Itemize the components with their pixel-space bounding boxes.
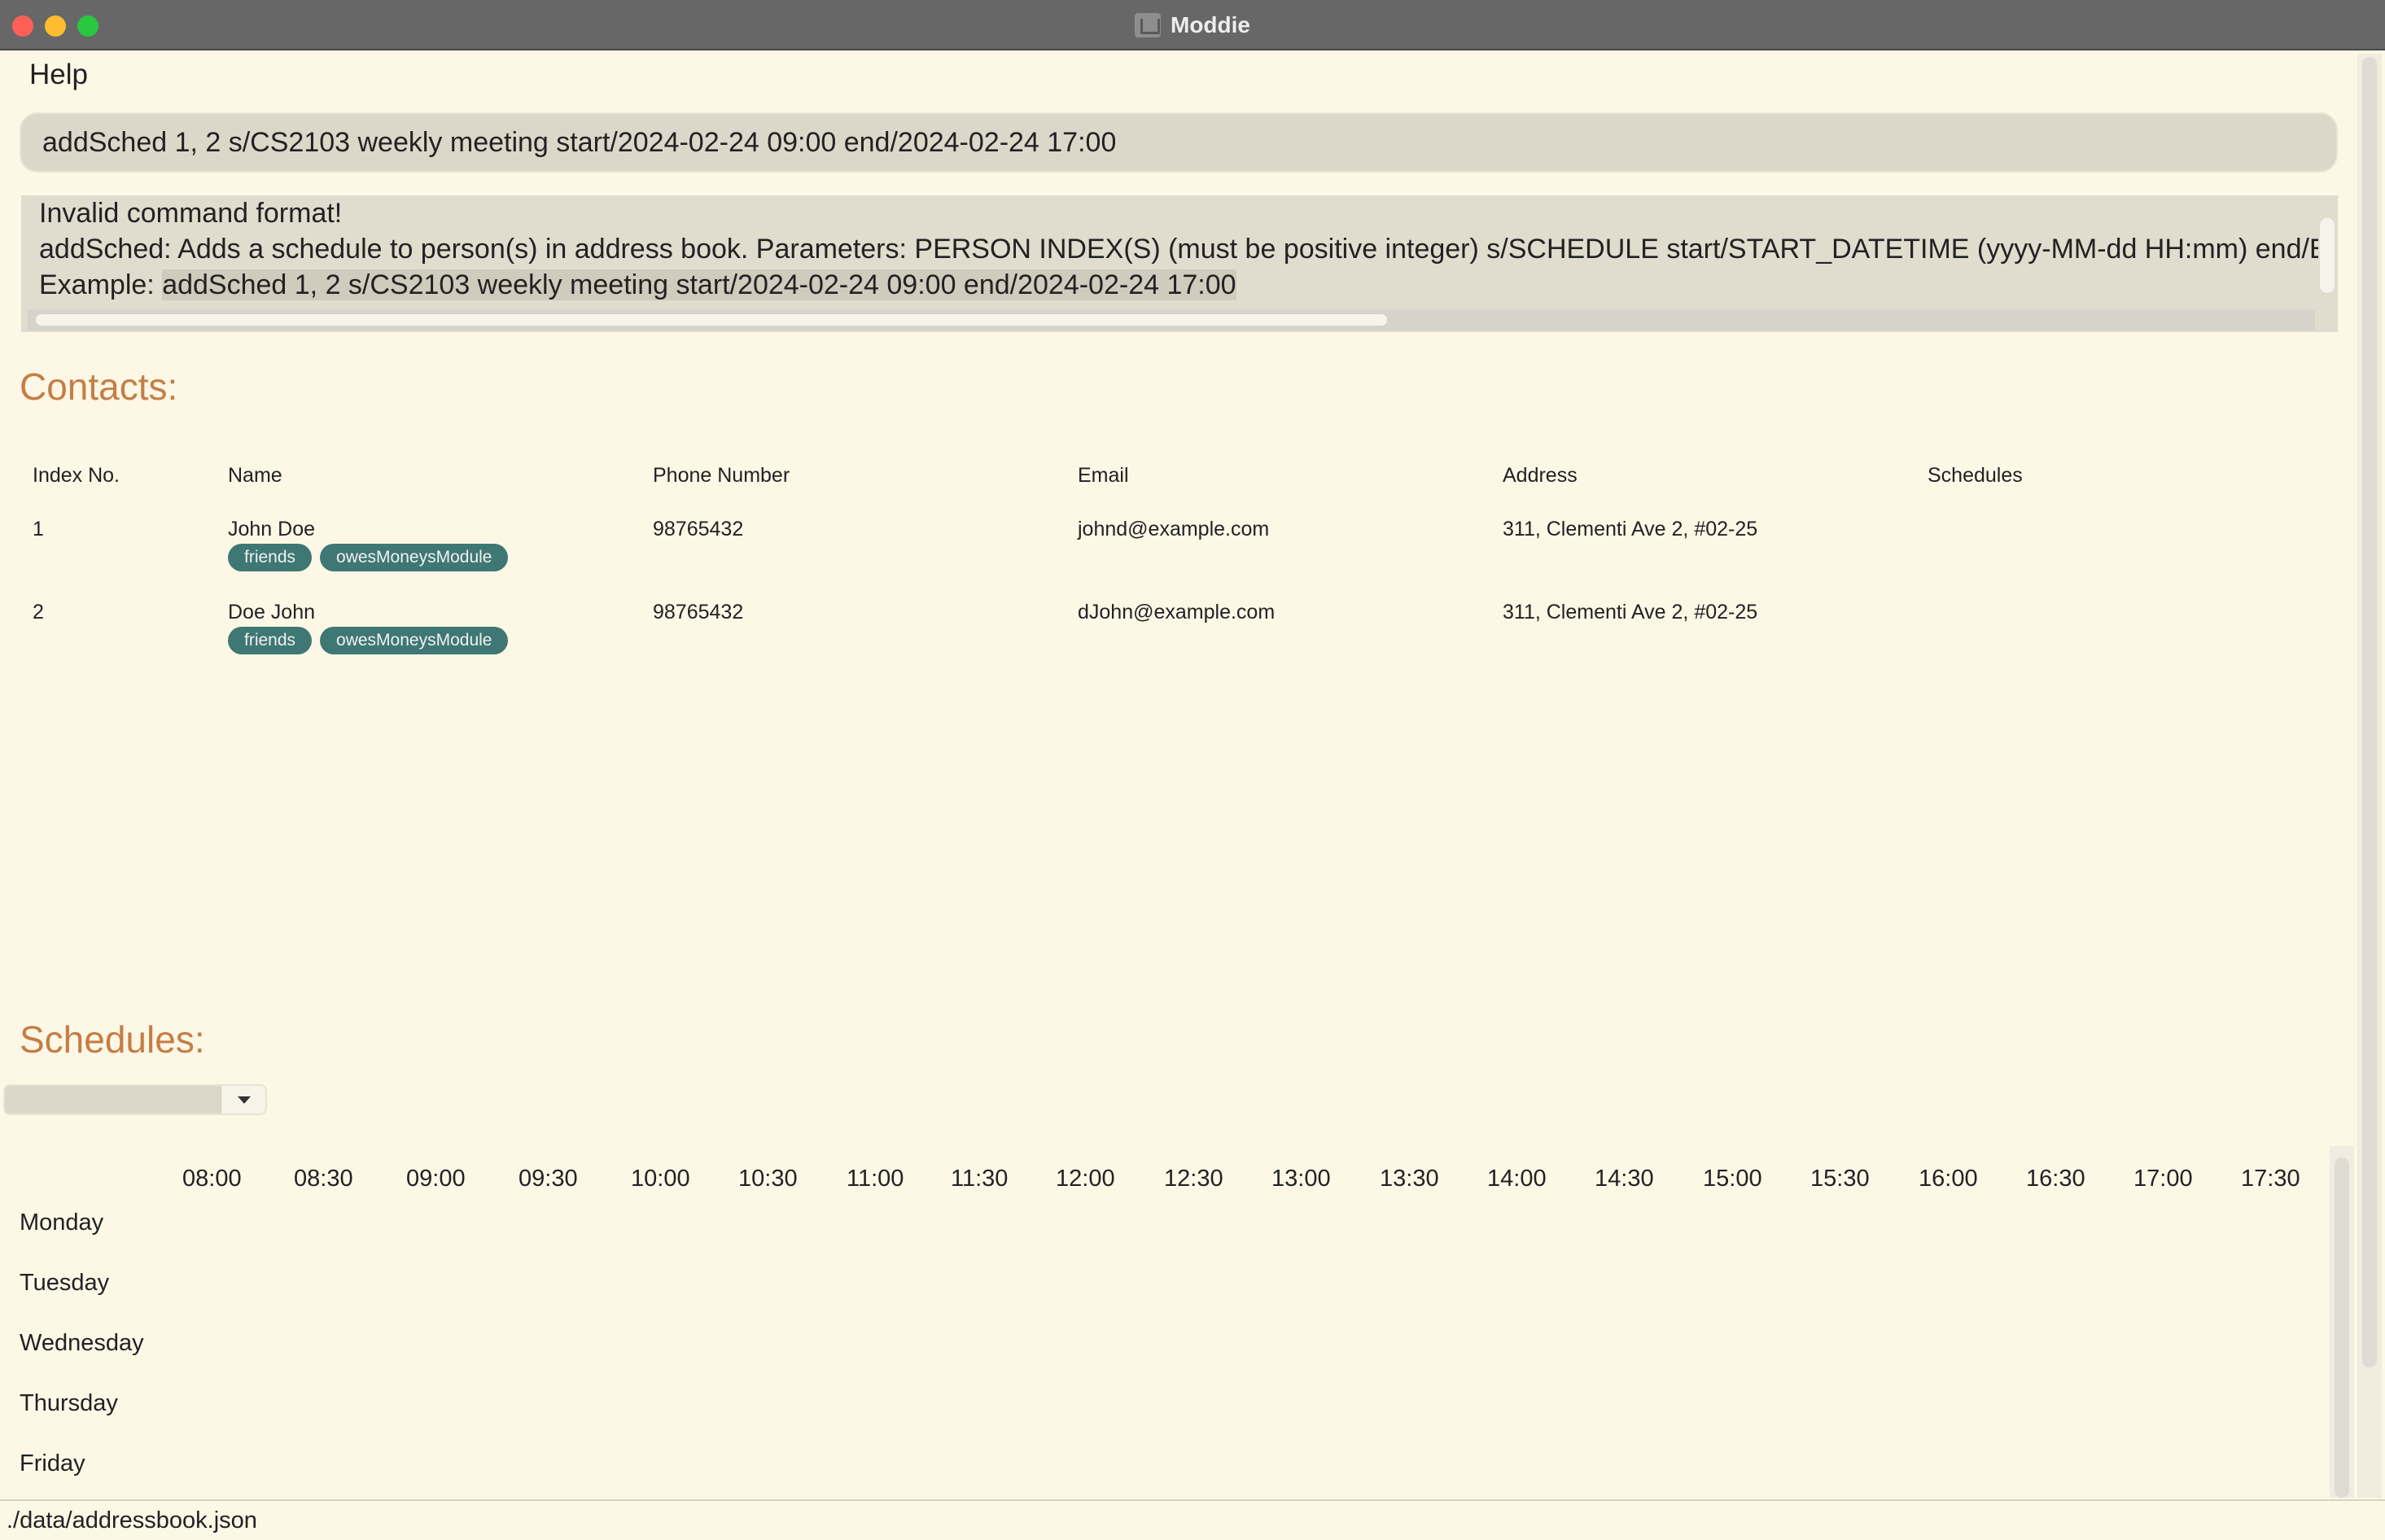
result-display[interactable]: Invalid command format! addSched: Adds a… (21, 195, 2338, 332)
time-label: 16:00 (1919, 1166, 1978, 1192)
header-index: Index No. (33, 464, 120, 487)
row-name: John Doe (228, 518, 316, 540)
save-location: ./data/addressbook.json (7, 1507, 257, 1533)
tag: friends (228, 544, 313, 571)
result-example-prefix: Example: (39, 269, 163, 300)
title-bar: Moddie (0, 0, 2385, 50)
result-line-usage: addSched: Adds a schedule to person(s) i… (39, 234, 2318, 265)
time-label: 12:00 (1056, 1166, 1115, 1192)
tag: owesMoneysModule (320, 544, 509, 571)
time-label: 15:00 (1703, 1166, 1762, 1192)
app-icon (1135, 13, 1161, 37)
row-index: 2 (33, 601, 44, 623)
result-vertical-scroll-thumb[interactable] (2320, 218, 2335, 293)
time-label: 08:30 (294, 1166, 353, 1192)
time-label: 09:00 (406, 1166, 466, 1192)
chevron-down-icon[interactable] (220, 1086, 265, 1113)
row-phone: 98765432 (653, 601, 744, 623)
row-name: Doe John (228, 601, 316, 623)
row-email: dJohn@example.com (1078, 601, 1276, 623)
time-label: 17:00 (2133, 1166, 2193, 1192)
row-address: 311, Clementi Ave 2, #02-25 (1503, 518, 1758, 540)
schedule-scroll-thumb[interactable] (2335, 1157, 2349, 1498)
time-label: 13:30 (1380, 1166, 1439, 1192)
result-horizontal-scrollbar[interactable] (28, 309, 2315, 330)
tag: owesMoneysModule (320, 627, 509, 654)
time-label: 10:00 (631, 1166, 690, 1192)
time-label: 09:30 (519, 1166, 578, 1192)
row-phone: 98765432 (653, 518, 744, 540)
row-tags: friends owesMoneysModule (228, 544, 516, 571)
main-scroll-thumb[interactable] (2362, 57, 2377, 1367)
time-label: 08:00 (182, 1166, 242, 1192)
time-label: 14:00 (1487, 1166, 1547, 1192)
result-line-error: Invalid command format! (39, 198, 343, 229)
schedule-vertical-scrollbar[interactable] (2330, 1146, 2354, 1498)
result-horizontal-scroll-thumb[interactable] (36, 314, 1387, 326)
main-vertical-scrollbar[interactable] (2357, 54, 2382, 1498)
menu-help[interactable]: Help (29, 59, 88, 91)
row-email: johnd@example.com (1078, 518, 1270, 540)
row-index: 1 (33, 518, 44, 540)
time-label: 11:30 (951, 1166, 1009, 1192)
schedules-title: Schedules: (20, 1018, 205, 1061)
time-label: 11:00 (847, 1166, 904, 1192)
time-label: 16:30 (2026, 1166, 2085, 1192)
result-example-command: addSched 1, 2 s/CS2103 weekly meeting st… (162, 269, 1236, 300)
row-tags: friends owesMoneysModule (228, 627, 516, 654)
status-bar: ./data/addressbook.json (0, 1499, 2385, 1540)
header-address: Address (1503, 464, 1578, 487)
time-label: 14:30 (1595, 1166, 1654, 1192)
day-label: Wednesday (20, 1330, 144, 1356)
time-label: 12:30 (1164, 1166, 1223, 1192)
schedule-dropdown[interactable] (3, 1084, 267, 1115)
header-name: Name (228, 464, 282, 487)
header-email: Email (1078, 464, 1129, 487)
window-title-wrap: Moddie (0, 0, 2385, 50)
time-label: 17:30 (2241, 1166, 2300, 1192)
contacts-title: Contacts: (20, 365, 178, 408)
time-label: 10:30 (738, 1166, 798, 1192)
window-title: Moddie (1171, 12, 1250, 37)
row-address: 311, Clementi Ave 2, #02-25 (1503, 601, 1758, 623)
header-phone: Phone Number (653, 464, 790, 487)
result-line-example: Example: addSched 1, 2 s/CS2103 weekly m… (39, 267, 2318, 303)
day-label: Tuesday (20, 1270, 110, 1296)
header-schedules: Schedules (1928, 464, 2023, 487)
day-label: Thursday (20, 1390, 118, 1416)
time-label: 15:30 (1810, 1166, 1870, 1192)
day-label: Friday (20, 1450, 85, 1477)
tag: friends (228, 627, 313, 654)
day-label: Monday (20, 1210, 104, 1236)
command-input[interactable]: addSched 1, 2 s/CS2103 weekly meeting st… (20, 112, 2338, 173)
result-text: Invalid command format! addSched: Adds a… (39, 195, 2318, 309)
time-label: 13:00 (1271, 1166, 1331, 1192)
